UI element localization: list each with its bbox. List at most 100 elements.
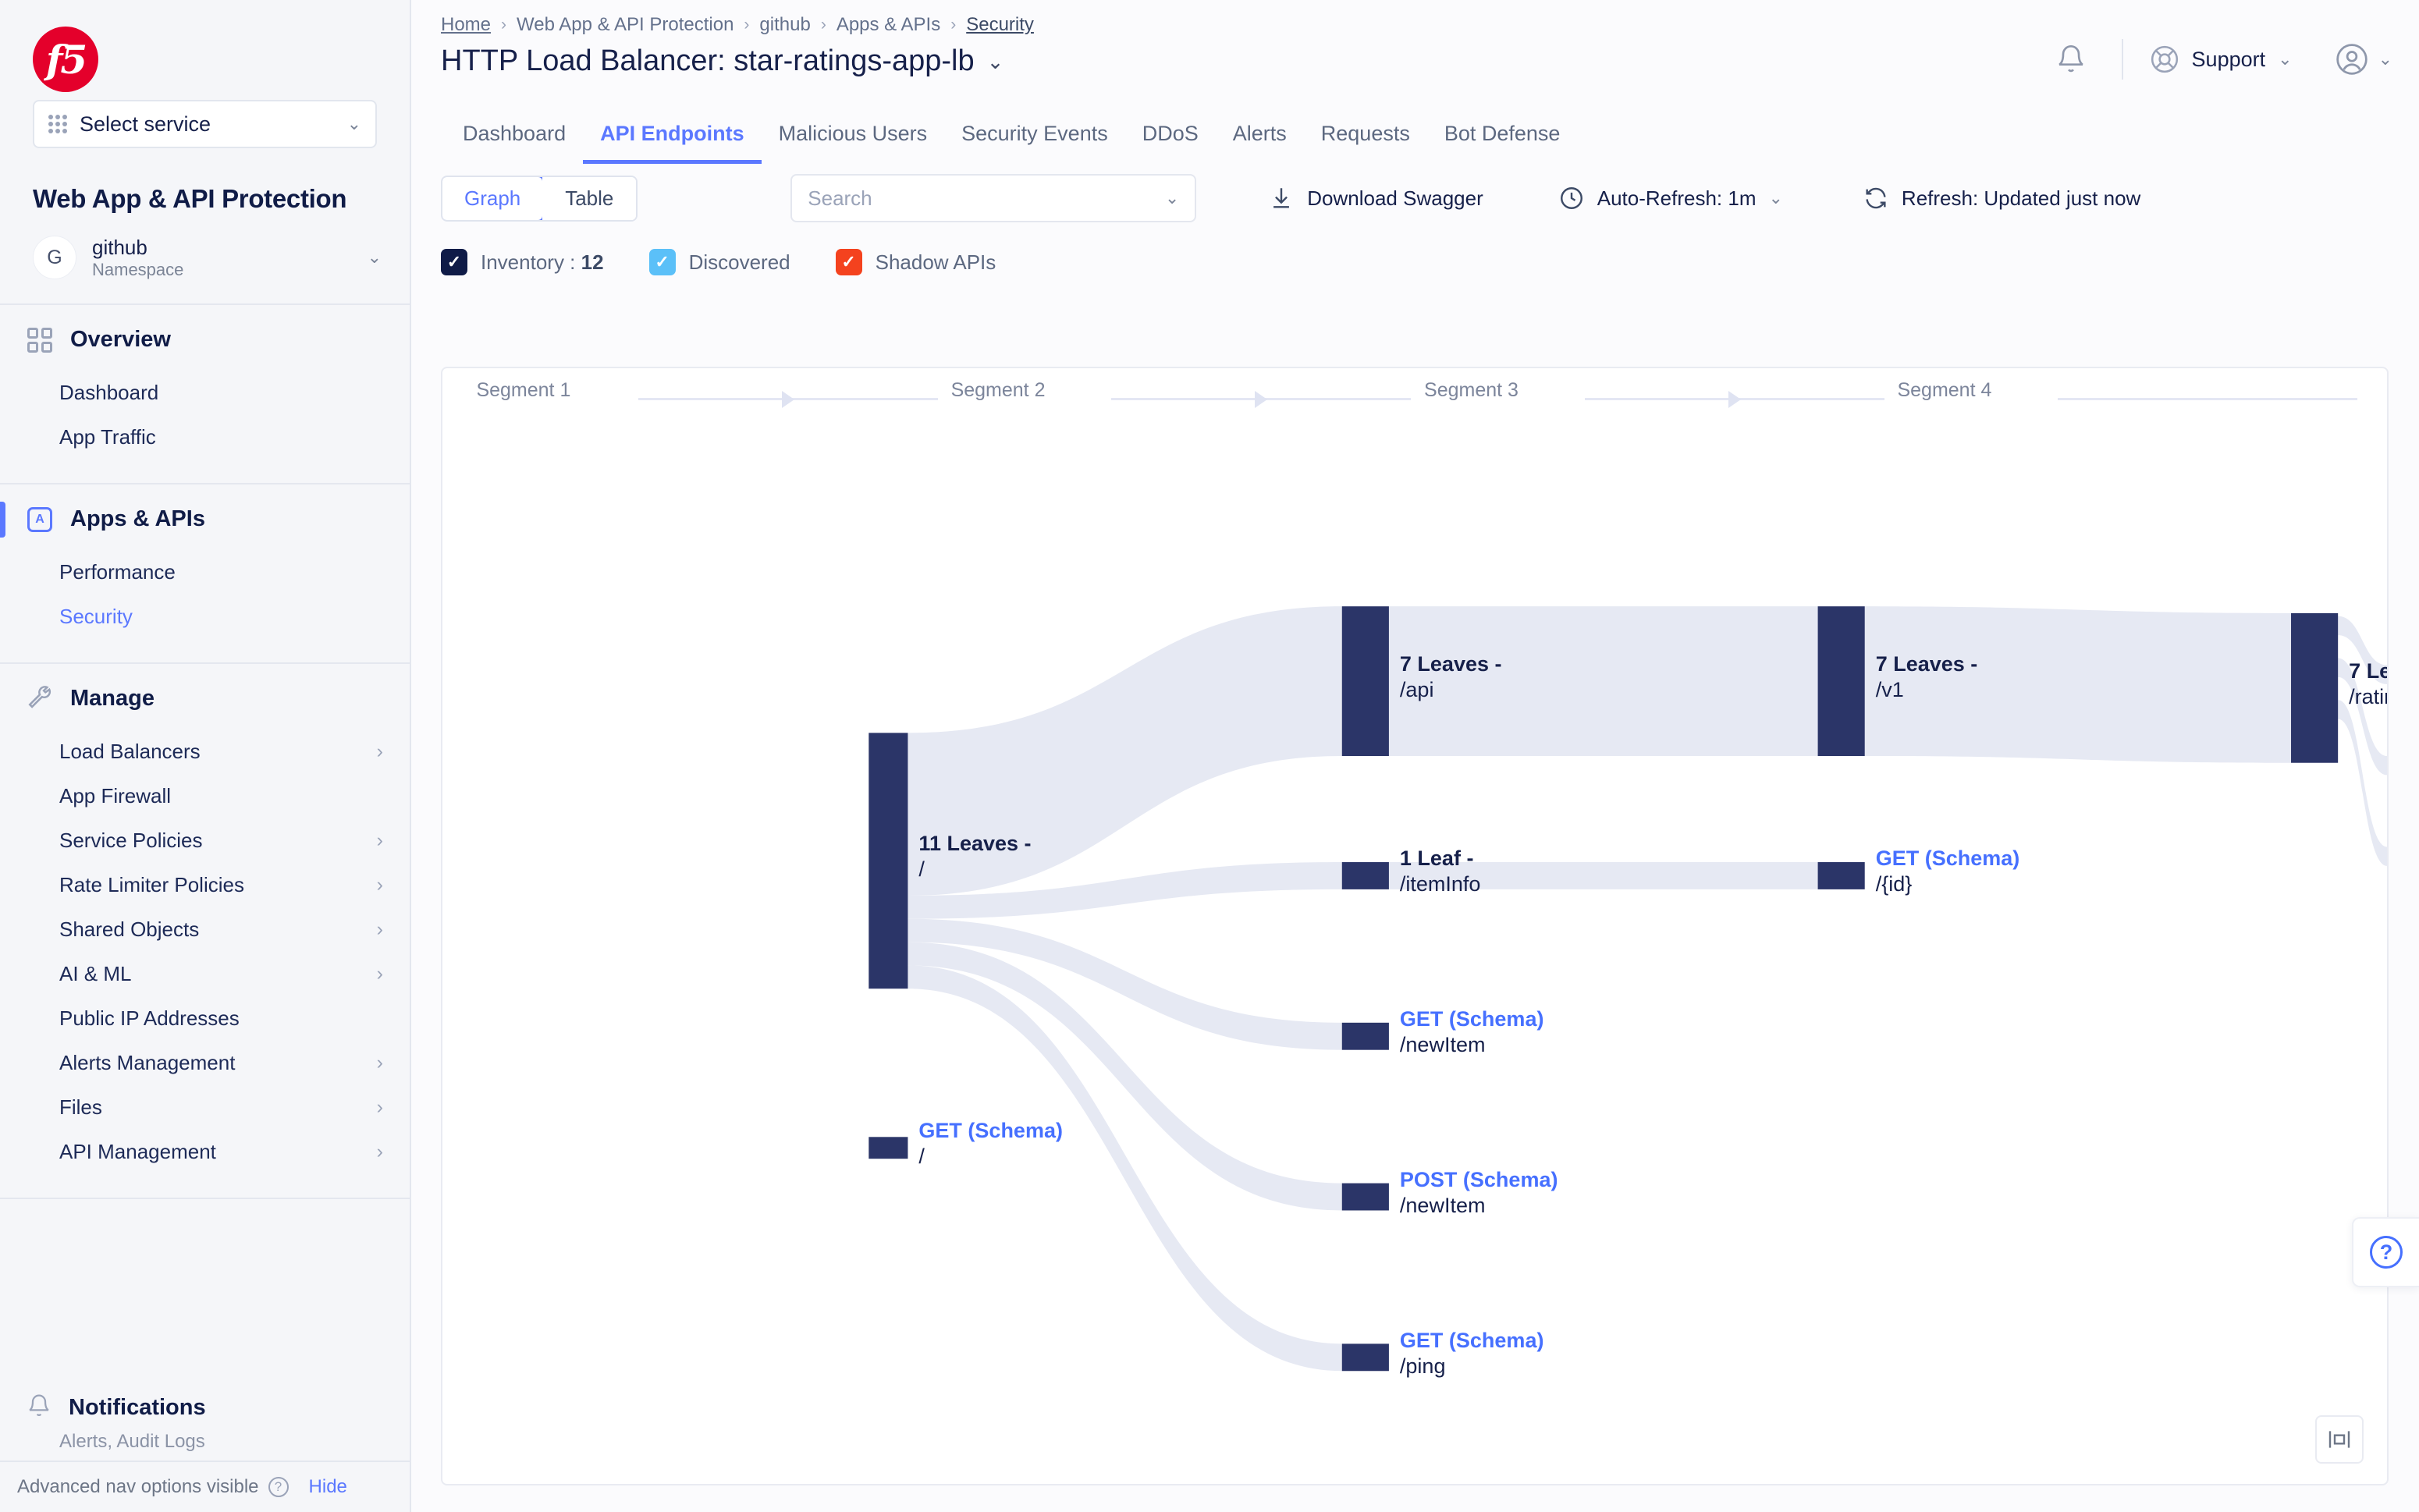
sankey-node-title: 11 Leaves - xyxy=(918,831,1031,857)
chevron-down-icon[interactable]: ⌄ xyxy=(1768,190,1782,207)
tab-graph-view[interactable]: Graph xyxy=(441,176,544,222)
notifications-button[interactable] xyxy=(2041,34,2101,84)
sankey-diagram[interactable] xyxy=(442,368,2387,1484)
tab-security-events[interactable]: Security Events xyxy=(944,122,1125,164)
sidebar-item-label: App Firewall xyxy=(59,784,383,808)
support-label: Support xyxy=(2192,48,2266,72)
sankey-node-path: /newItem xyxy=(1400,1193,1558,1219)
sidebar-item-dashboard[interactable]: Dashboard xyxy=(0,371,410,415)
help-question-icon[interactable]: ? xyxy=(268,1477,289,1497)
sidebar-item-service-policies[interactable]: Service Policies› xyxy=(0,818,410,863)
sidebar-item-security[interactable]: Security xyxy=(0,595,410,639)
sidebar-item-files[interactable]: Files› xyxy=(0,1085,410,1130)
sidebar-item-performance[interactable]: Performance xyxy=(0,550,410,595)
sankey-node-label-api[interactable]: 7 Leaves -/api xyxy=(1400,651,1502,703)
wrench-icon xyxy=(27,686,53,712)
sidebar-item-label: Public IP Addresses xyxy=(59,1006,383,1031)
sankey-node-label-newitem-post[interactable]: POST (Schema)/newItem xyxy=(1400,1167,1558,1219)
search-box[interactable]: ⌄ xyxy=(790,174,1196,222)
sankey-node-label-v1[interactable]: 7 Leaves -/v1 xyxy=(1876,651,1978,703)
sankey-node[interactable] xyxy=(1342,1023,1389,1050)
sankey-node[interactable] xyxy=(1818,862,1865,889)
sankey-node-label-iteminfo[interactable]: 1 Leaf -/itemInfo xyxy=(1400,846,1481,897)
sankey-node[interactable] xyxy=(1818,606,1865,756)
checkbox-shadow-apis[interactable]: ✓ xyxy=(836,249,862,275)
sidebar-section-header[interactable]: AApps & APIs xyxy=(0,484,410,550)
tab-bar: DashboardAPI EndpointsMalicious UsersSec… xyxy=(411,100,2419,164)
sankey-node[interactable] xyxy=(1342,1343,1389,1371)
sankey-node[interactable] xyxy=(2291,613,2338,763)
hide-advanced-nav-button[interactable]: Hide xyxy=(309,1476,347,1498)
bell-icon xyxy=(27,1393,52,1423)
sankey-node-label-root-get[interactable]: GET (Schema)/ xyxy=(918,1118,1063,1169)
breadcrumb-item[interactable]: Apps & APIs xyxy=(837,14,940,36)
tab-requests[interactable]: Requests xyxy=(1304,122,1427,164)
sidebar-item-label: Dashboard xyxy=(59,381,383,405)
tab-bot-defense[interactable]: Bot Defense xyxy=(1427,122,1578,164)
fit-to-screen-button[interactable] xyxy=(2315,1415,2364,1464)
sidebar-item-rate-limiter-policies[interactable]: Rate Limiter Policies› xyxy=(0,863,410,907)
filter-discovered[interactable]: ✓Discovered xyxy=(649,249,790,275)
chevron-right-icon: › xyxy=(377,1096,383,1119)
sidebar-item-shared-objects[interactable]: Shared Objects› xyxy=(0,907,410,952)
notifications-sub: Alerts, Audit Logs xyxy=(0,1431,410,1451)
breadcrumb-item[interactable]: github xyxy=(759,14,810,36)
sankey-node[interactable] xyxy=(1342,1184,1389,1211)
sankey-node[interactable] xyxy=(1342,606,1389,756)
page-title[interactable]: HTTP Load Balancer: star-ratings-app-lb … xyxy=(441,44,2041,78)
sidebar-item-label: Load Balancers xyxy=(59,740,377,764)
sidebar-item-alerts-management[interactable]: Alerts Management› xyxy=(0,1041,410,1085)
refresh-button[interactable]: Refresh: Updated just now xyxy=(1863,185,2140,211)
tab-api-endpoints[interactable]: API Endpoints xyxy=(583,122,762,164)
select-service-dropdown[interactable]: Select service ⌄ xyxy=(33,100,377,148)
sidebar-item-label: AI & ML xyxy=(59,962,377,986)
account-button[interactable]: ⌄ xyxy=(2335,42,2392,76)
filter-inventory[interactable]: ✓Inventory : 12 xyxy=(441,249,604,275)
tab-dashboard[interactable]: Dashboard xyxy=(441,122,583,164)
sankey-node-path: /newItem xyxy=(1400,1032,1544,1058)
sankey-node[interactable] xyxy=(1342,862,1389,889)
sankey-node-label-newitem-get[interactable]: GET (Schema)/newItem xyxy=(1400,1006,1544,1058)
sankey-node-label-id-get[interactable]: GET (Schema)/{id} xyxy=(1876,846,2020,897)
sidebar-item-public-ip-addresses[interactable]: Public IP Addresses xyxy=(0,996,410,1041)
tab-malicious-users[interactable]: Malicious Users xyxy=(762,122,945,164)
tab-alerts[interactable]: Alerts xyxy=(1216,122,1304,164)
auto-refresh-button[interactable]: Auto-Refresh: 1m ⌄ xyxy=(1558,185,1783,211)
sidebar-item-label: Shared Objects xyxy=(59,917,377,942)
support-button[interactable]: Support ⌄ xyxy=(2144,44,2299,74)
tab-ddos[interactable]: DDoS xyxy=(1125,122,1216,164)
download-swagger-button[interactable]: Download Swagger xyxy=(1268,185,1483,211)
namespace-selector[interactable]: G github Namespace ⌄ xyxy=(33,236,382,280)
sidebar-section-header[interactable]: Manage xyxy=(0,664,410,729)
breadcrumb-item[interactable]: Web App & API Protection xyxy=(517,14,734,36)
namespace-avatar: G xyxy=(33,236,76,279)
chevron-down-icon[interactable]: ⌄ xyxy=(1165,190,1179,207)
sidebar-item-notifications[interactable]: Notifications xyxy=(0,1374,410,1431)
sankey-node-label-ratingitem[interactable]: 7 Leaves -/rating-item xyxy=(2349,658,2389,710)
sidebar-item-api-management[interactable]: API Management› xyxy=(0,1130,410,1174)
fit-screen-icon xyxy=(2327,1427,2352,1452)
sidebar-item-load-balancers[interactable]: Load Balancers› xyxy=(0,729,410,774)
sidebar-section-header[interactable]: Overview xyxy=(0,305,410,371)
api-endpoints-graph-card: Segment 1Segment 2Segment 3Segment 4 11 … xyxy=(441,367,2389,1485)
sankey-node-label-root[interactable]: 11 Leaves -/ xyxy=(918,831,1031,882)
tab-table-view[interactable]: Table xyxy=(542,177,636,220)
search-input[interactable] xyxy=(808,186,1165,211)
sidebar-item-ai-ml[interactable]: AI & ML› xyxy=(0,952,410,996)
breadcrumb-item[interactable]: Security xyxy=(966,14,1034,36)
chevron-down-icon: ⌄ xyxy=(987,51,1004,72)
help-launcher-button[interactable]: ? xyxy=(2352,1217,2419,1287)
filter-shadow-apis[interactable]: ✓Shadow APIs xyxy=(836,249,996,275)
top-bar: Home›Web App & API Protection›github›App… xyxy=(411,0,2419,100)
sankey-node[interactable] xyxy=(868,1137,908,1159)
checkbox-discovered[interactable]: ✓ xyxy=(649,249,676,275)
sankey-node-label-ping-get[interactable]: GET (Schema)/ping xyxy=(1400,1328,1544,1379)
f5-logo[interactable]: f5 xyxy=(0,0,410,97)
toolbar: Graph Table ⌄ Download Swagger Auto-Refr… xyxy=(411,164,2419,232)
sankey-node[interactable] xyxy=(868,733,908,988)
sidebar-item-app-firewall[interactable]: App Firewall xyxy=(0,774,410,818)
refresh-label: Refresh: Updated just now xyxy=(1902,186,2140,211)
sidebar-item-app-traffic[interactable]: App Traffic xyxy=(0,415,410,460)
breadcrumb-item[interactable]: Home xyxy=(441,14,491,36)
checkbox-inventory[interactable]: ✓ xyxy=(441,249,467,275)
